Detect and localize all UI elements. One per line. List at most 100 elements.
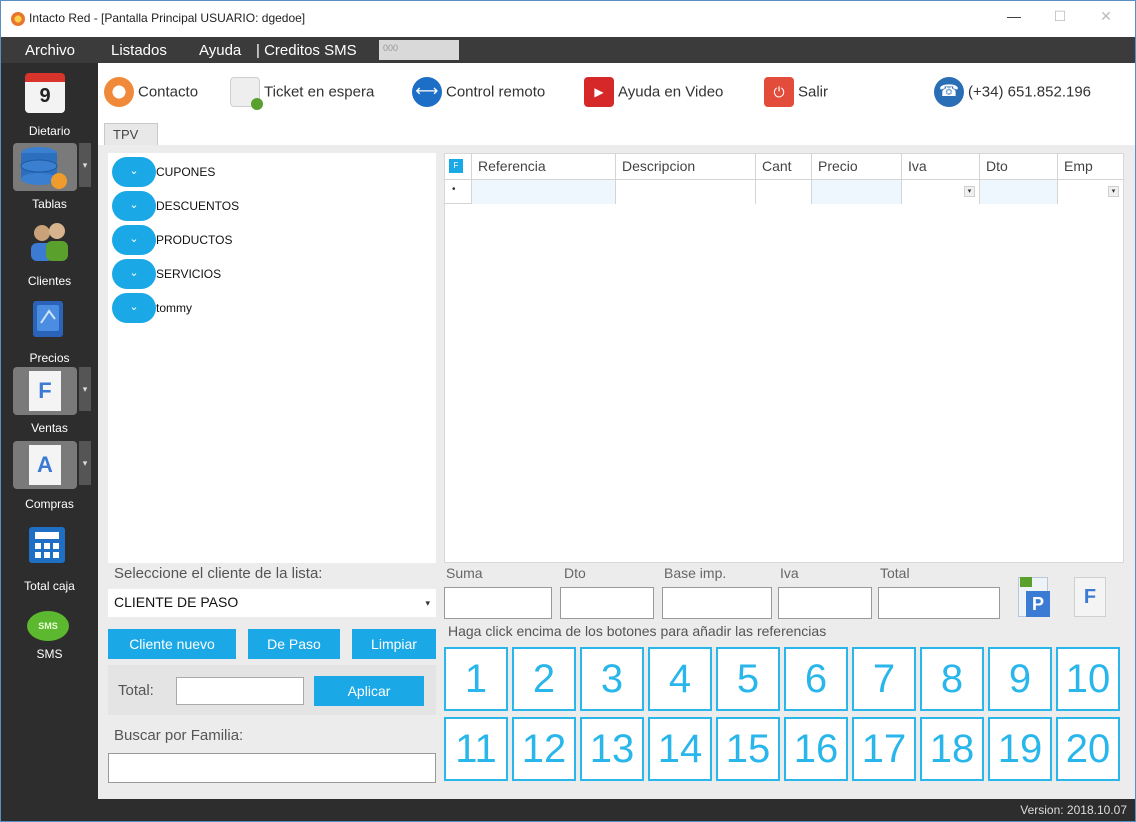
database-icon: [20, 147, 67, 189]
column-header-dto[interactable]: Dto: [979, 154, 1057, 180]
category-label: SERVICIOS: [156, 267, 222, 281]
emp-dropdown-icon[interactable]: ▾: [1108, 186, 1119, 197]
total-input[interactable]: [176, 677, 304, 705]
sidebar-item-compras[interactable]: A ▾ Compras: [1, 441, 98, 513]
cell-emp[interactable]: ▾: [1057, 180, 1123, 204]
cell-cant[interactable]: [755, 180, 811, 204]
reference-button-10[interactable]: 10: [1056, 647, 1120, 711]
close-button[interactable]: ✕: [1083, 1, 1129, 31]
calculator-icon: [29, 527, 65, 563]
reference-button-20[interactable]: 20: [1056, 717, 1120, 781]
reference-button-11[interactable]: 11: [444, 717, 508, 781]
reference-button-15[interactable]: 15: [716, 717, 780, 781]
ventas-dropdown-arrow[interactable]: ▾: [79, 367, 91, 411]
tab-tpv[interactable]: TPV: [104, 123, 158, 145]
reference-button-14[interactable]: 14: [648, 717, 712, 781]
familia-search-input[interactable]: [108, 753, 436, 783]
ticket-button[interactable]: Ticket en espera: [230, 77, 375, 110]
cell-iva[interactable]: ▾: [901, 180, 979, 204]
sidebar-item-total-caja[interactable]: Total caja: [1, 519, 98, 593]
category-label: PRODUCTOS: [156, 233, 233, 247]
reference-button-16[interactable]: 16: [784, 717, 848, 781]
sidebar-item-ventas[interactable]: F ▾ Ventas: [1, 367, 98, 439]
cell-referencia[interactable]: [471, 180, 615, 204]
reference-button-4[interactable]: 4: [648, 647, 712, 711]
reference-button-5[interactable]: 5: [716, 647, 780, 711]
chevron-down-icon: ⌄: [129, 267, 139, 279]
category-label: tommy: [156, 301, 192, 315]
column-header-cant[interactable]: Cant: [755, 154, 811, 180]
column-header-referencia[interactable]: Referencia: [471, 154, 615, 180]
control-remoto-label: Control remoto: [446, 83, 546, 101]
column-header-emp[interactable]: Emp: [1057, 154, 1123, 180]
grid-corner-icon[interactable]: F: [449, 159, 463, 173]
limpiar-button[interactable]: Limpiar: [352, 629, 436, 659]
contacto-button[interactable]: Contacto: [104, 77, 198, 109]
category-list: ⌄ CUPONES ⌄ DESCUENTOS ⌄ PRODUCTOS ⌄ SER…: [108, 153, 436, 563]
ayuda-video-button[interactable]: ▶ Ayuda en Video: [584, 77, 723, 109]
reference-button-6[interactable]: 6: [784, 647, 848, 711]
base-imp-label: Base imp.: [664, 565, 727, 581]
de-paso-button[interactable]: De Paso: [248, 629, 340, 659]
chevron-down-icon: ⌄: [129, 165, 139, 177]
table-row[interactable]: • ▾ ▾: [445, 180, 1123, 204]
sidebar-item-tablas[interactable]: ▾ Tablas: [1, 143, 98, 213]
client-select[interactable]: CLIENTE DE PASO ▾: [108, 589, 436, 617]
reference-button-18[interactable]: 18: [920, 717, 984, 781]
suma-field[interactable]: [444, 587, 552, 619]
column-header-descripcion[interactable]: Descripcion: [615, 154, 755, 180]
column-header-iva[interactable]: Iva: [901, 154, 979, 180]
reference-button-8[interactable]: 8: [920, 647, 984, 711]
sidebar-item-sms[interactable]: SMS SMS: [1, 611, 98, 671]
app-logo-icon: [11, 12, 25, 26]
minimize-button[interactable]: —: [991, 1, 1037, 31]
menu-archivo[interactable]: Archivo: [25, 42, 75, 59]
reference-button-1[interactable]: 1: [444, 647, 508, 711]
document-p-button[interactable]: P: [1018, 577, 1054, 621]
phone-icon: ☎: [934, 77, 964, 107]
column-header-precio[interactable]: Precio: [811, 154, 901, 180]
ticket-grid: F Referencia Descripcion Cant Precio Iva…: [444, 153, 1124, 563]
aplicar-button[interactable]: Aplicar: [314, 676, 424, 706]
base-imp-field[interactable]: [662, 587, 772, 619]
category-bubble: ⌄: [112, 225, 156, 255]
phone-contact: ☎ (+34) 651.852.196: [934, 77, 1091, 109]
reference-button-3[interactable]: 3: [580, 647, 644, 711]
cliente-nuevo-button[interactable]: Cliente nuevo: [108, 629, 236, 659]
category-bubble: ⌄: [112, 293, 156, 323]
category-label: DESCUENTOS: [156, 199, 240, 213]
client-select-value: CLIENTE DE PASO: [114, 594, 239, 610]
control-remoto-button[interactable]: ⟷ Control remoto: [412, 77, 545, 109]
document-f-button[interactable]: F: [1074, 577, 1106, 617]
cell-descripcion[interactable]: [615, 180, 755, 204]
cell-dto[interactable]: [979, 180, 1057, 204]
reference-button-17[interactable]: 17: [852, 717, 916, 781]
iva-dropdown-icon[interactable]: ▾: [964, 186, 975, 197]
compras-dropdown-arrow[interactable]: ▾: [79, 441, 91, 485]
total-sum-label: Total: [880, 565, 910, 581]
iva-field[interactable]: [778, 587, 872, 619]
sidebar-item-precios[interactable]: Precios: [1, 295, 98, 367]
total-field[interactable]: [878, 587, 1000, 619]
contacto-icon: [104, 77, 134, 107]
reference-button-12[interactable]: 12: [512, 717, 576, 781]
total-label: Total:: [118, 682, 154, 699]
salir-button[interactable]: ⏻ Salir: [764, 77, 828, 109]
reference-button-2[interactable]: 2: [512, 647, 576, 711]
reference-button-9[interactable]: 9: [988, 647, 1052, 711]
ticket-label: Ticket en espera: [264, 83, 375, 101]
cell-precio[interactable]: [811, 180, 901, 204]
power-icon: ⏻: [764, 77, 794, 107]
menu-listados[interactable]: Listados: [111, 42, 167, 59]
sidebar-item-clientes[interactable]: Clientes: [1, 219, 98, 291]
menu-ayuda[interactable]: Ayuda: [199, 42, 241, 59]
dto-field[interactable]: [560, 587, 654, 619]
reference-button-19[interactable]: 19: [988, 717, 1052, 781]
teamviewer-icon: ⟷: [412, 77, 442, 107]
reference-button-13[interactable]: 13: [580, 717, 644, 781]
sidebar-item-dietario[interactable]: 9 Dietario: [1, 71, 98, 141]
reference-button-7[interactable]: 7: [852, 647, 916, 711]
tablas-dropdown-arrow[interactable]: ▾: [79, 143, 91, 187]
menu-creditos-sms[interactable]: | Creditos SMS: [256, 42, 357, 59]
maximize-button[interactable]: ☐: [1037, 1, 1083, 31]
